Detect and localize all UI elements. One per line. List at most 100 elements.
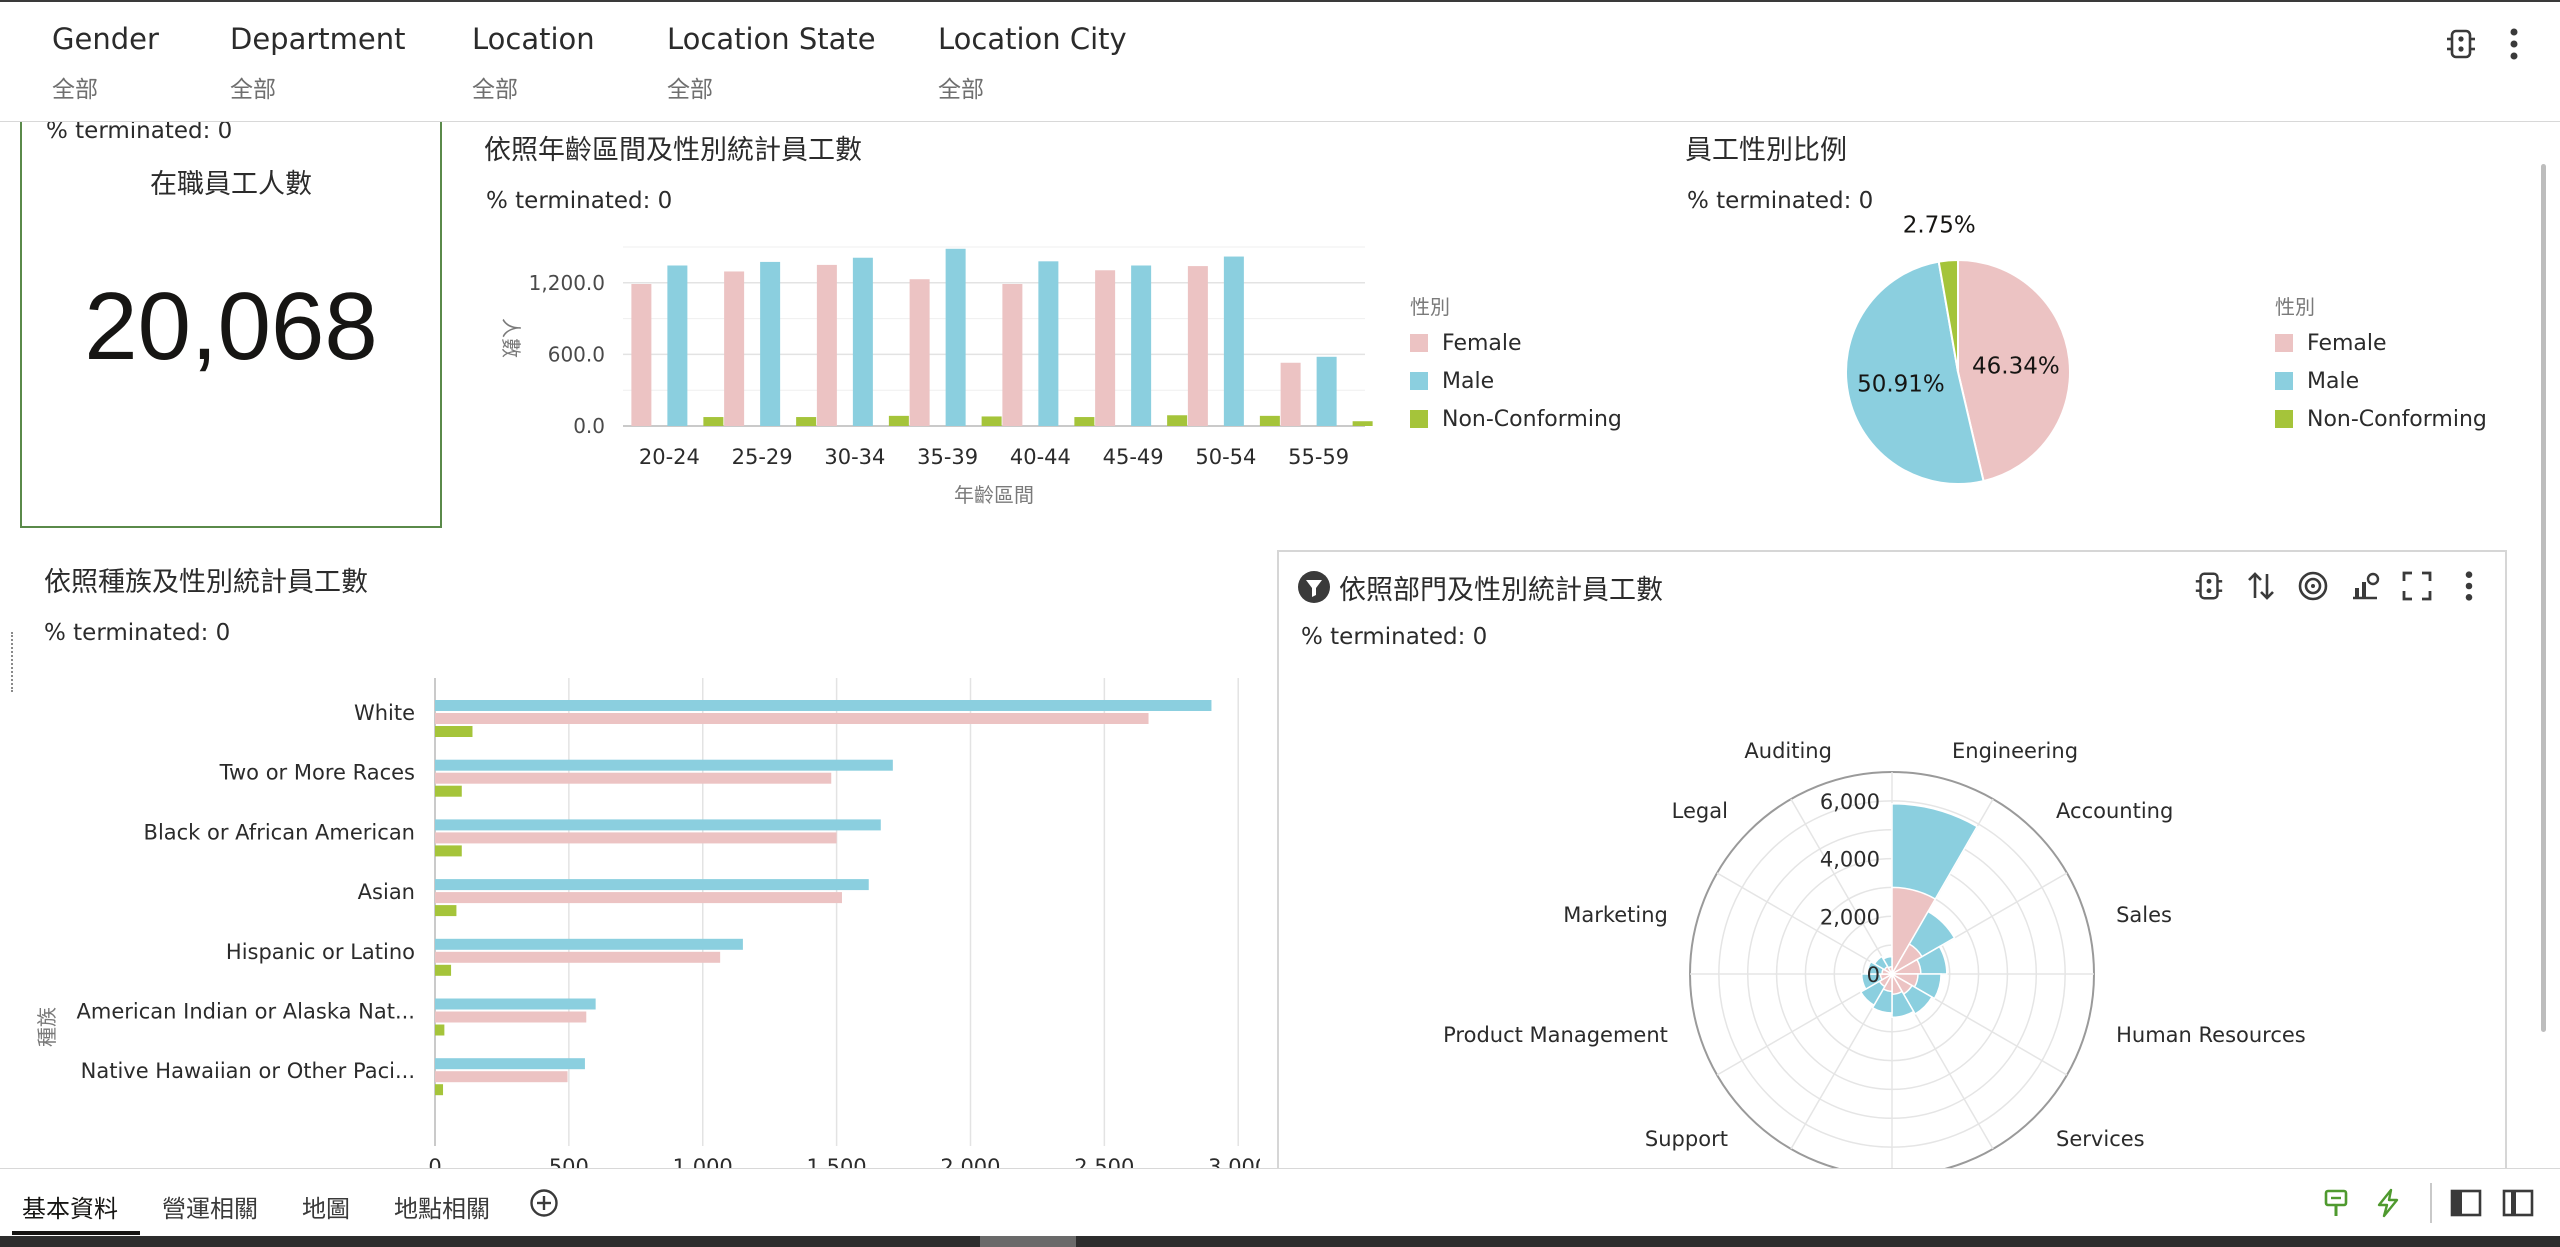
legend-label: Non-Conforming — [2307, 407, 2487, 432]
bar — [724, 271, 745, 426]
category-label: Support — [1645, 1127, 1728, 1151]
category-label: Accounting — [2056, 799, 2173, 823]
resize-handle[interactable] — [11, 632, 15, 692]
x-tick-label: 45-49 — [1103, 445, 1164, 469]
filter-value: 全部 — [667, 77, 713, 103]
bar — [703, 417, 724, 426]
filter-location-state[interactable]: Location State 全部 — [667, 22, 876, 104]
left-panel-icon[interactable] — [2444, 1181, 2488, 1225]
filter-name: Gender — [52, 22, 159, 56]
y-tick-label: Hispanic or Latino — [226, 940, 415, 964]
x-tick-label: 2,500 — [1074, 1155, 1134, 1168]
legend-swatch — [2275, 334, 2293, 352]
tab-locations[interactable]: 地點相關 — [394, 1189, 490, 1224]
kpi-tile[interactable]: % terminated: 0 在職員工人數 20,068 — [20, 122, 442, 528]
divider — [2430, 1183, 2432, 1223]
format-icon[interactable] — [2314, 1181, 2358, 1225]
x-tick-label: 3,000 — [1208, 1155, 1260, 1168]
bar — [435, 832, 837, 844]
bar — [945, 248, 966, 426]
age-chart-tile[interactable]: 依照年齡區間及性別統計員工數 % terminated: 0 0.0 600.0 1… — [470, 122, 1670, 528]
y-tick-label: Native Hawaiian or Other Paci... — [81, 1059, 415, 1083]
bar — [435, 1011, 587, 1023]
legend-title: 性別 — [1410, 295, 1450, 319]
filter-department[interactable]: Department 全部 — [230, 22, 406, 104]
bar — [1002, 283, 1023, 426]
r-tick-label: 2,000 — [1820, 905, 1880, 929]
kpi-terminated: % terminated: 0 — [46, 122, 233, 144]
gender-chart-tile[interactable]: 員工性別比例 % terminated: 0 46.34% 50.91% 2.75%… — [1670, 122, 2540, 528]
lightning-icon[interactable] — [2366, 1181, 2410, 1225]
legend-swatch — [1410, 334, 1428, 352]
tab-map[interactable]: 地圖 — [302, 1189, 350, 1224]
right-panel-icon[interactable] — [2496, 1181, 2540, 1225]
x-axis-title: 年齡區間 — [954, 483, 1034, 507]
bar — [667, 265, 688, 426]
dept-chart-tile[interactable]: 依照部門及性別統計員工數 % terminated: 0 Engineering… — [1277, 550, 2507, 1168]
age-chart-svg: 0.0 600.0 1,200.0 20-24 25-29 30-34 35-39 40-44… — [499, 246, 1622, 507]
filter-location[interactable]: Location 全部 — [472, 22, 595, 104]
tab-operations[interactable]: 營運相關 — [162, 1189, 258, 1224]
legend-label: Male — [2307, 369, 2359, 394]
legend-label: Female — [1442, 331, 1522, 356]
category-label: Engineering — [1952, 739, 2078, 763]
bar — [1095, 270, 1116, 426]
x-tick-label: 20-24 — [639, 445, 700, 469]
y-tick-label: White — [354, 701, 415, 725]
tab-basic-info[interactable]: 基本資料 — [22, 1189, 118, 1224]
more-vertical-icon[interactable] — [2492, 22, 2536, 66]
pie-value-label: 50.91% — [1857, 372, 1945, 398]
bar — [1259, 415, 1280, 426]
r-tick-label: 0 — [1867, 963, 1880, 987]
r-tick-label: 6,000 — [1820, 790, 1880, 814]
legend-swatch — [2275, 372, 2293, 390]
dashboard-canvas: % terminated: 0 在職員工人數 20,068 依照年齡區間及性別統… — [0, 122, 2560, 1168]
category-label: Marketing — [1563, 903, 1668, 927]
legend-label: Male — [1442, 369, 1494, 394]
legend-swatch — [1410, 372, 1428, 390]
bar — [852, 257, 873, 426]
category-label: Auditing — [1744, 739, 1832, 763]
bar — [435, 938, 743, 950]
bar — [435, 785, 462, 797]
add-tab-icon[interactable] — [522, 1181, 566, 1225]
pie-value-label: 46.34% — [1972, 353, 2060, 379]
race-chart-tile[interactable]: 依照種族及性別統計員工數 % terminated: 0 0 500 1,000 1,… — [20, 552, 1260, 1168]
filter-value: 全部 — [938, 77, 984, 103]
horizontal-scroll-thumb[interactable] — [980, 1236, 1076, 1247]
bar — [435, 845, 462, 857]
x-tick-label: 50-54 — [1195, 445, 1256, 469]
vertical-scrollbar[interactable] — [2541, 164, 2546, 1032]
legend-swatch — [1410, 410, 1428, 428]
legend-title: 性別 — [2275, 295, 2315, 319]
filter-location-city[interactable]: Location City 全部 — [938, 22, 1127, 104]
filter-gender[interactable]: Gender 全部 — [52, 22, 159, 104]
bar — [435, 1024, 445, 1036]
kpi-value: 20,068 — [84, 273, 378, 380]
x-tick-label: 1,000 — [673, 1155, 733, 1168]
bar — [1074, 417, 1095, 426]
bar — [1038, 261, 1059, 426]
bar — [435, 700, 1212, 711]
y-tick-label: Black or African American — [144, 820, 415, 844]
bar — [909, 279, 930, 426]
bar — [981, 416, 1002, 426]
active-tab-indicator — [12, 1231, 140, 1235]
filter-bar: Gender 全部 Department 全部 Location 全部 Loca… — [0, 2, 2560, 122]
bar — [1352, 421, 1373, 426]
bottom-tab-bar: 基本資料 營運相關 地圖 地點相關 — [0, 1168, 2560, 1236]
filter-name: Location State — [667, 22, 876, 56]
bar — [435, 892, 842, 904]
filter-options-icon[interactable] — [2439, 22, 2483, 66]
bar — [631, 283, 652, 426]
y-tick-label: Asian — [358, 880, 415, 904]
race-chart-svg: 0 500 1,000 1,500 2,000 2,500 3,000 White Two or… — [35, 678, 1260, 1168]
kpi-title: 在職員工人數 — [150, 169, 312, 200]
x-tick-label: 30-34 — [824, 445, 885, 469]
bar — [1167, 415, 1188, 426]
bar — [435, 905, 457, 917]
x-tick-label: 25-29 — [732, 445, 793, 469]
y-tick-label: American Indian or Alaska Nat... — [77, 1000, 415, 1024]
filter-value: 全部 — [472, 77, 518, 103]
y-tick-label: 0.0 — [573, 414, 605, 438]
